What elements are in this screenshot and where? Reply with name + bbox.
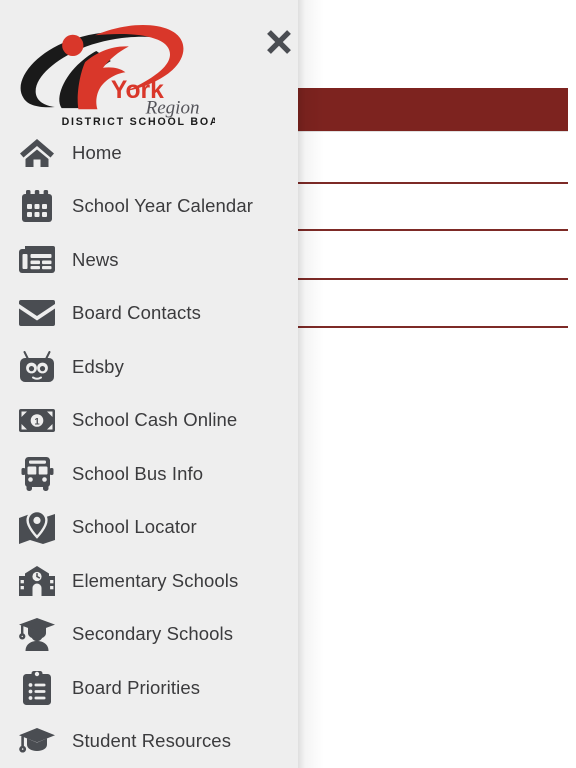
menu-item-label: School Bus Info	[72, 462, 204, 484]
svg-text:1: 1	[34, 416, 40, 427]
drawer-menu: Home School Year Calendar News Board Con…	[0, 126, 298, 768]
menu-item-school-locator[interactable]: School Locator	[0, 501, 298, 555]
menu-item-label: Secondary Schools	[72, 623, 234, 644]
menu-item-school-bus-info[interactable]: School Bus Info	[0, 447, 298, 501]
menu-item-label: Board Contacts	[72, 302, 201, 323]
menu-item-student-resources[interactable]: Student Resources	[0, 715, 298, 768]
menu-item-board-contacts[interactable]: Board Contacts	[0, 287, 298, 341]
background-divider	[296, 182, 568, 184]
graduation-cap-icon	[15, 721, 59, 761]
menu-item-elementary-schools[interactable]: Elementary Schools	[0, 554, 298, 608]
robot-icon	[15, 347, 59, 387]
menu-item-edsby[interactable]: Edsby	[0, 340, 298, 394]
background-divider	[296, 278, 568, 280]
menu-item-label: News	[72, 248, 119, 270]
bus-icon	[15, 454, 59, 494]
navigation-drawer: York Region DISTRICT SCHOOL BOARD	[0, 0, 298, 768]
menu-item-label: Elementary Schools	[72, 569, 239, 591]
school-building-icon	[15, 561, 59, 601]
menu-item-label: School Year Calendar	[72, 195, 253, 216]
menu-item-board-priorities[interactable]: Board Priorities	[0, 661, 298, 715]
svg-text:DISTRICT SCHOOL BOARD: DISTRICT SCHOOL BOARD	[62, 116, 215, 126]
banknote-icon: 1	[15, 400, 59, 440]
newspaper-icon	[15, 240, 59, 280]
map-pin-icon	[15, 507, 59, 547]
menu-item-label: Board Priorities	[72, 676, 201, 698]
home-icon	[15, 133, 59, 173]
envelope-icon	[15, 293, 59, 333]
menu-item-secondary-schools[interactable]: Secondary Schools	[0, 608, 298, 662]
menu-item-label: School Locator	[72, 516, 197, 537]
menu-item-school-year-calendar[interactable]: School Year Calendar	[0, 180, 298, 234]
menu-item-label: Edsby	[72, 355, 124, 377]
background-banner	[296, 88, 568, 131]
page-root: York Region DISTRICT SCHOOL BOARD York R…	[0, 0, 576, 768]
menu-item-label: School Cash Online	[72, 409, 238, 430]
menu-item-school-cash-online[interactable]: 1 School Cash Online	[0, 394, 298, 448]
calendar-icon	[15, 186, 59, 226]
menu-item-label: Home	[72, 141, 122, 163]
close-menu-button[interactable]	[262, 25, 296, 59]
menu-item-label: Student Resources	[72, 730, 232, 751]
graduate-icon	[15, 614, 59, 654]
clipboard-icon	[15, 668, 59, 708]
menu-item-home[interactable]: Home	[0, 126, 298, 180]
background-divider	[296, 326, 568, 328]
menu-item-news[interactable]: News	[0, 233, 298, 287]
background-divider	[296, 229, 568, 231]
close-icon	[267, 30, 291, 54]
site-logo[interactable]: York Region DISTRICT SCHOOL BOARD	[0, 14, 215, 126]
